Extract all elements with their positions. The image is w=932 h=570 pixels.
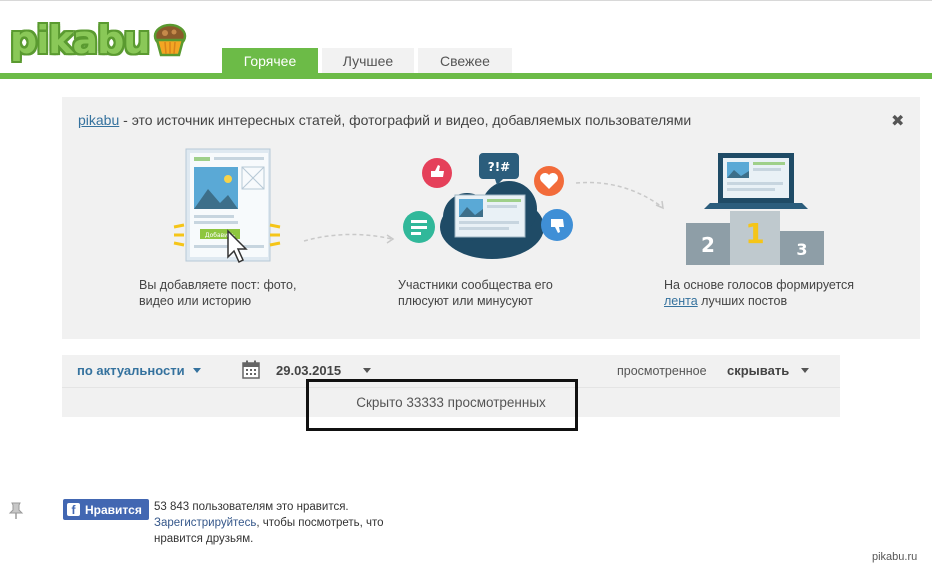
header-accent-bar (0, 73, 932, 79)
chevron-down-icon (801, 368, 810, 373)
tab-best[interactable]: Лучшее (322, 48, 414, 73)
step1-description: Вы добавляете пост: фото, видео или исто… (139, 278, 297, 308)
arrow-icon (575, 181, 664, 210)
bubble-symbols: ?!# (488, 160, 511, 174)
facebook-like-label: Нравится (85, 502, 142, 517)
date-value: 29.03.2015 (276, 363, 342, 378)
facebook-like-count: 53 843 пользователям это нравится. (154, 501, 349, 513)
header-top-border (0, 0, 932, 1)
step3-text-after: лучших постов (697, 294, 788, 308)
chevron-down-icon (192, 368, 201, 373)
viewed-label: просмотренное (617, 364, 707, 378)
sort-dropdown-label: по актуальности (77, 363, 185, 378)
step3-description: На основе голосов формируется лента лучш… (664, 277, 864, 309)
feed-link[interactable]: лента (664, 294, 698, 308)
logo-text: pikabu (10, 18, 150, 62)
arrow-icon (303, 233, 395, 244)
community-voting-illustration: ?!# (403, 153, 573, 259)
feed-tabs: Горячее Лучшее Свежее (222, 48, 516, 73)
watermark: pikabu.ru (872, 551, 918, 563)
sort-dropdown[interactable]: по актуальности (77, 363, 201, 378)
tab-hot[interactable]: Горячее (222, 48, 318, 73)
register-link[interactable]: Зарегистрируйтесь (154, 517, 256, 529)
date-picker[interactable]: 29.03.2015 (276, 363, 372, 378)
intro-panel: pikabu - это источник интересных статей,… (62, 97, 920, 339)
pin-icon[interactable] (8, 501, 24, 519)
tab-new[interactable]: Свежее (418, 48, 512, 73)
top-posts-podium-illustration: 1 2 3 (686, 153, 824, 265)
site-logo[interactable]: pikabu (10, 15, 189, 65)
add-post-illustration: Добавить (173, 148, 281, 264)
cupcake-logo-icon (154, 23, 187, 57)
intro-headline-text: - это источник интересных статей, фотогр… (119, 112, 692, 128)
step3-text-before: На основе голосов формируется (664, 278, 855, 292)
step2-description: Участники сообщества его плюсуют или мин… (398, 278, 553, 308)
site-link[interactable]: pikabu (78, 112, 119, 128)
site-header: pikabu Горячее Лучшее Свежее (0, 0, 932, 80)
highlight-frame (306, 379, 578, 431)
facebook-like-button[interactable]: f Нравится (63, 499, 149, 520)
facebook-like-text: 53 843 пользователям это нравится. Зарег… (154, 499, 414, 547)
chevron-down-icon (363, 368, 372, 373)
close-icon[interactable]: ✖ (891, 111, 904, 131)
viewed-mode-dropdown[interactable]: скрывать (727, 363, 810, 378)
intro-headline: pikabu - это источник интересных статей,… (78, 112, 691, 128)
podium-second-place: 2 (701, 233, 715, 257)
viewed-mode-value: скрывать (727, 363, 790, 378)
podium-first-place: 1 (745, 217, 764, 250)
calendar-icon[interactable] (242, 360, 260, 379)
podium-third-place: 3 (796, 240, 807, 259)
facebook-icon: f (67, 503, 80, 516)
